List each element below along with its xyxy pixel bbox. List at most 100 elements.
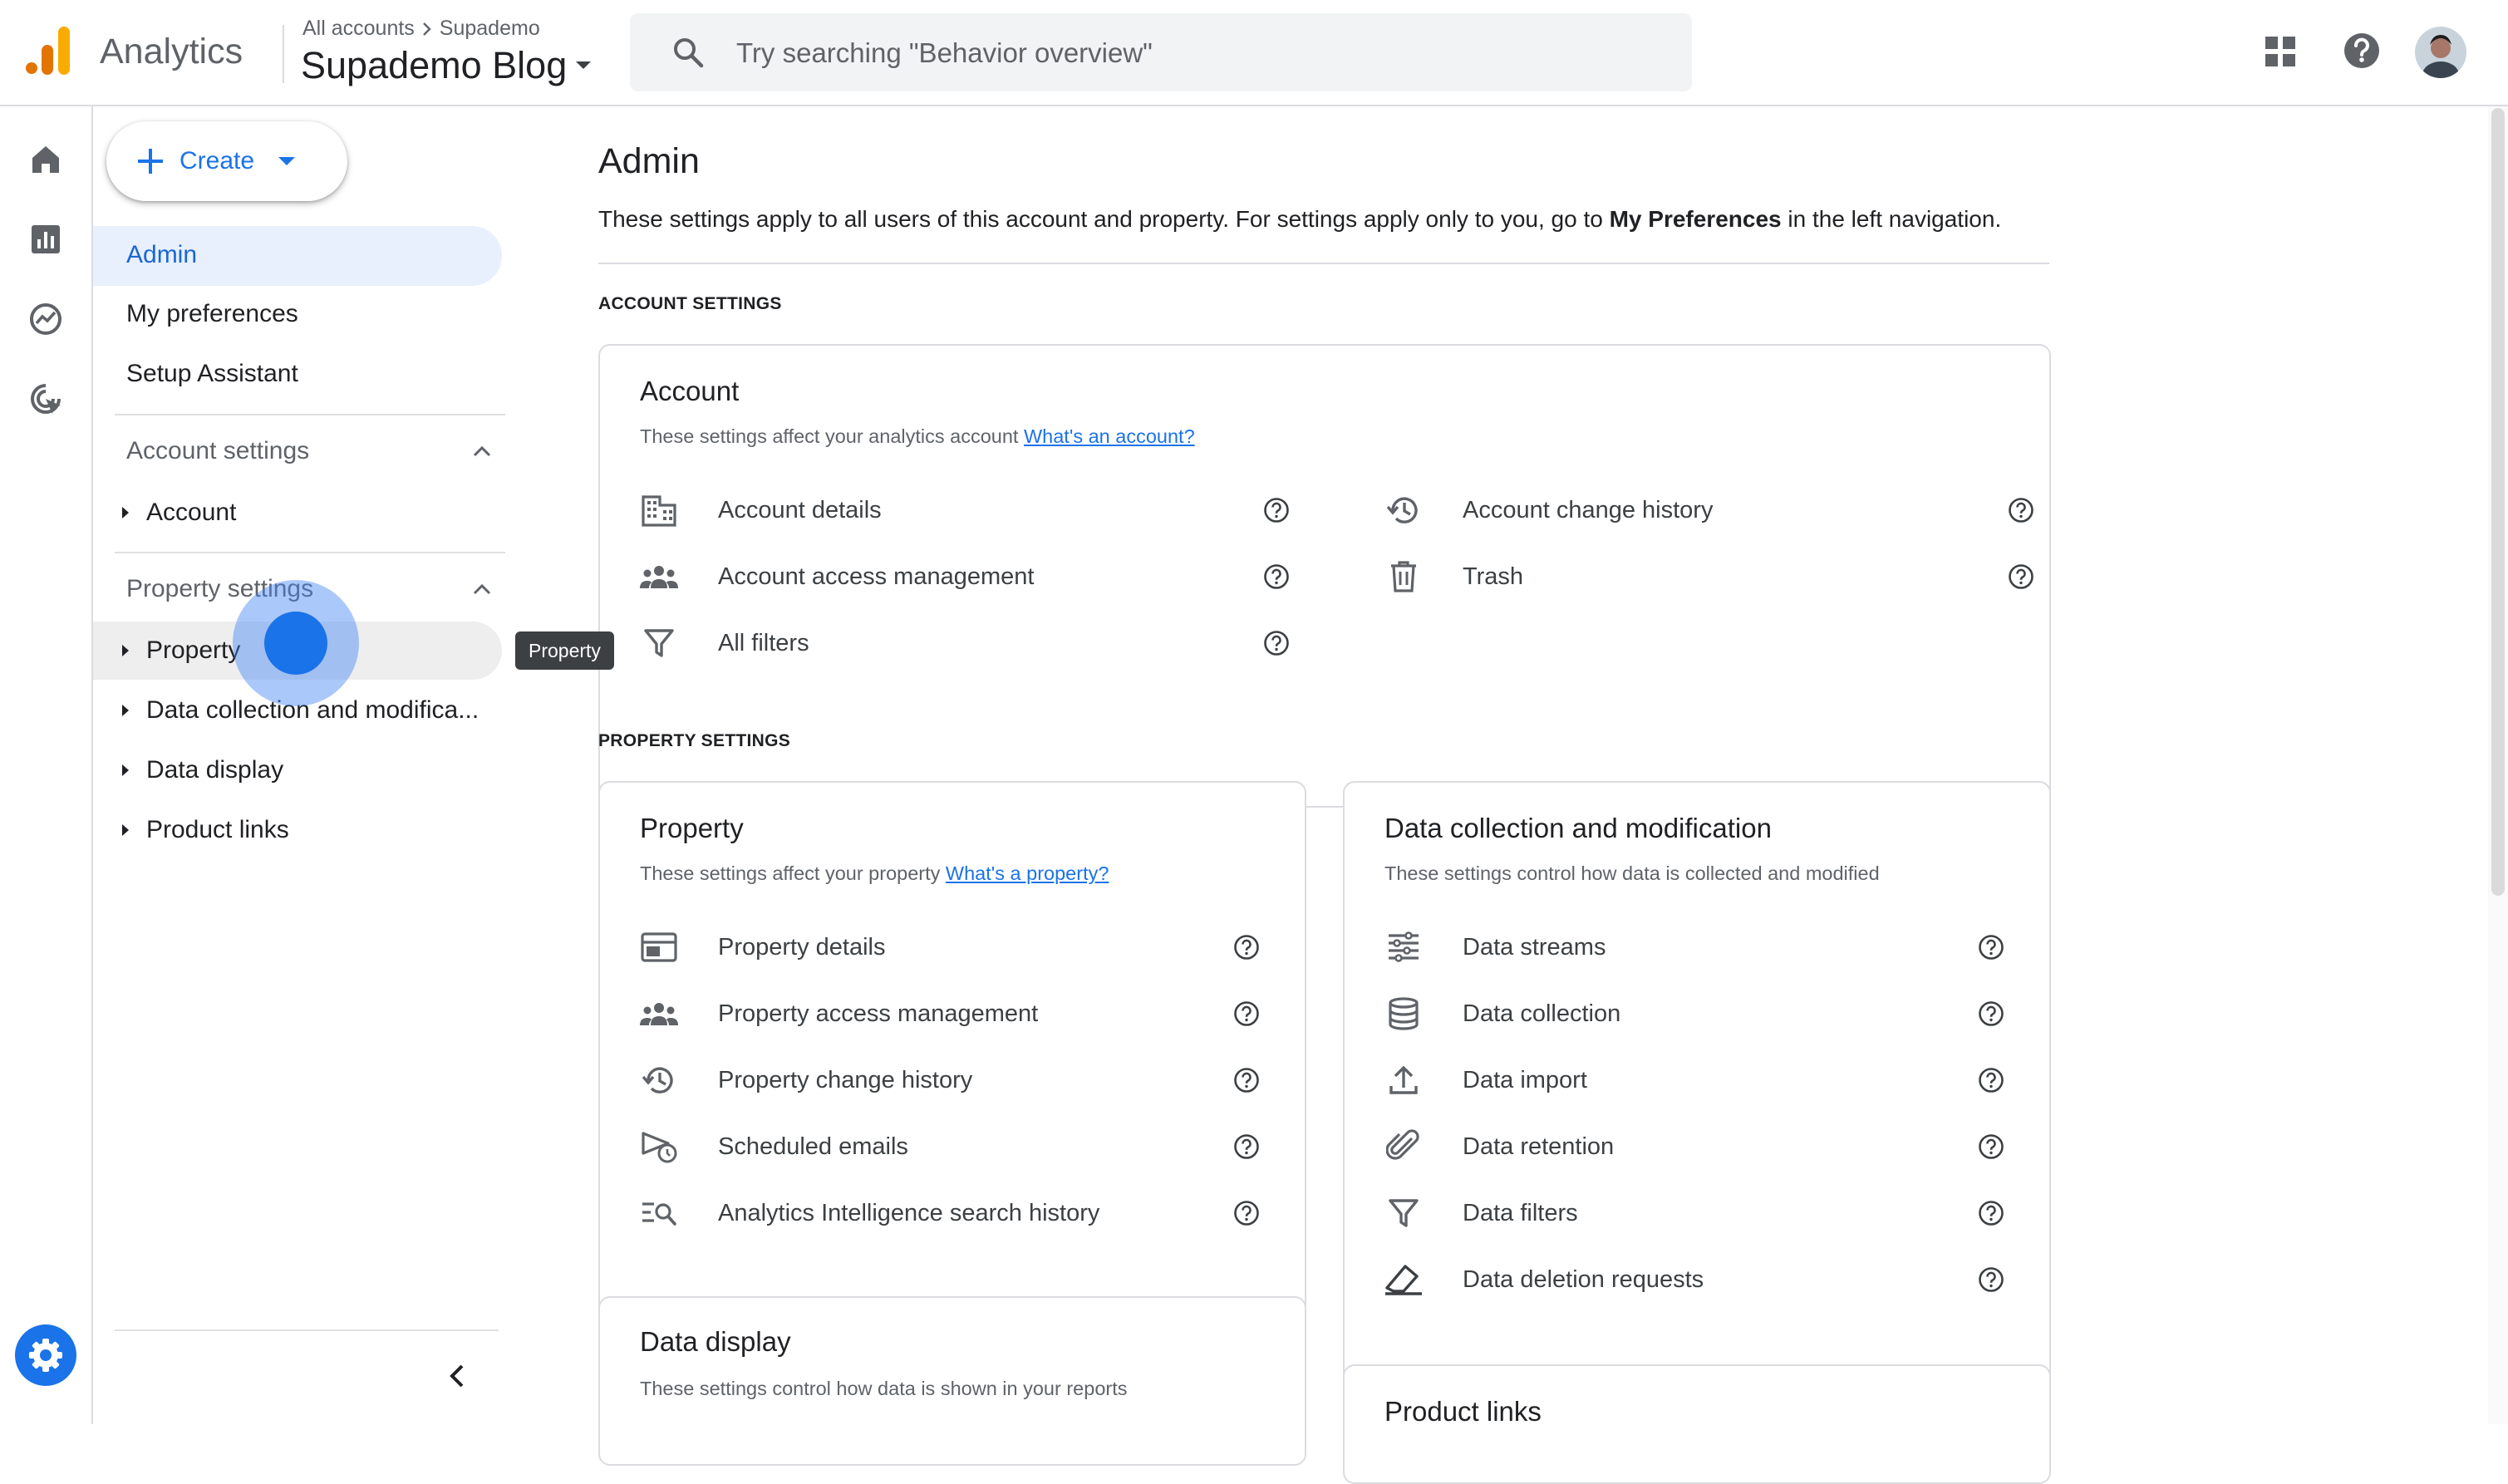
database-icon (1383, 993, 1424, 1034)
advertising-icon[interactable] (19, 372, 72, 425)
data-collection-row[interactable]: Data collection (1383, 987, 2009, 1040)
account-details-row[interactable]: Account details (638, 484, 1295, 537)
help-circle-icon[interactable] (2003, 558, 2039, 595)
collapse-panel-chevron-left-icon[interactable] (445, 1363, 469, 1389)
expand-arrow-icon[interactable] (113, 823, 138, 837)
account-settings-section[interactable]: Account settings (126, 437, 492, 465)
people-icon (638, 993, 680, 1034)
admin-gear-icon[interactable] (15, 1324, 76, 1386)
trash-row[interactable]: Trash (1383, 550, 2039, 603)
eraser-icon (1383, 1259, 1424, 1300)
avatar[interactable] (2415, 27, 2466, 78)
nav-item-my-preferences[interactable]: My preferences (126, 300, 298, 328)
help-circle-icon[interactable] (1973, 1195, 2009, 1231)
row-label: Data collection (1463, 1000, 1621, 1027)
data-streams-row[interactable]: Data streams (1383, 921, 2009, 974)
account-access-management-row[interactable]: Account access management (638, 550, 1295, 603)
row-label: Data deletion requests (1463, 1265, 1704, 1293)
row-label: Scheduled emails (718, 1133, 908, 1160)
building-icon (638, 489, 680, 531)
row-label: Analytics Intelligence search history (718, 1199, 1100, 1226)
tree-item-account[interactable]: Account (93, 484, 502, 542)
property-access-management-row[interactable]: Property access management (638, 987, 1265, 1040)
dropdown-arrow-icon (278, 156, 296, 166)
paperclip-icon (1383, 1126, 1424, 1167)
reports-icon[interactable] (19, 213, 72, 266)
help-circle-icon[interactable] (1228, 1128, 1265, 1165)
help-circle-icon[interactable] (1228, 929, 1265, 966)
help-icon[interactable] (2343, 32, 2381, 70)
header-divider (283, 25, 284, 83)
row-label: All filters (718, 629, 809, 656)
history-icon (638, 1059, 680, 1101)
property-details-row[interactable]: Property details (638, 921, 1265, 974)
data-collection-card-title: Data collection and modification (1384, 813, 1772, 843)
tree-item-data-display[interactable]: Data display (93, 741, 502, 799)
home-icon[interactable] (19, 133, 72, 186)
breadcrumb-chevron-icon (421, 22, 433, 37)
data-import-row[interactable]: Data import (1383, 1054, 2009, 1107)
whats-a-property-link[interactable]: What's a property? (946, 862, 1109, 884)
filter-funnel-icon (1383, 1192, 1424, 1234)
my-preferences-reference: My Preferences (1609, 206, 1782, 232)
tree-item-product-links[interactable]: Product links (93, 801, 502, 859)
explore-icon[interactable] (19, 292, 72, 346)
scheduled-emails-row[interactable]: Scheduled emails (638, 1120, 1265, 1173)
account-change-history-row[interactable]: Account change history (1383, 484, 2039, 537)
search-bar[interactable] (630, 13, 1692, 93)
apps-grid-icon[interactable] (2264, 35, 2297, 68)
data-display-card: Data display These settings control how … (598, 1296, 1306, 1466)
page-description: These settings apply to all users of thi… (598, 206, 2001, 233)
data-retention-row[interactable]: Data retention (1383, 1120, 2009, 1173)
property-selector[interactable]: Supademo Blog (301, 43, 592, 88)
expand-arrow-icon[interactable] (113, 506, 138, 519)
card-description-text: These settings affect your property (640, 862, 946, 884)
expand-arrow-icon[interactable] (113, 764, 138, 777)
help-circle-icon[interactable] (1973, 1062, 2009, 1098)
chevron-up-icon[interactable] (472, 445, 492, 458)
analytics-logo-icon[interactable] (25, 25, 71, 76)
tree-item-label: Product links (146, 816, 289, 843)
expand-arrow-icon[interactable] (113, 644, 138, 657)
history-icon (1383, 489, 1424, 531)
row-label: Account access management (718, 563, 1035, 590)
help-circle-icon[interactable] (2003, 492, 2039, 528)
nav-item-setup-assistant[interactable]: Setup Assistant (126, 360, 298, 388)
expand-arrow-icon[interactable] (113, 704, 138, 717)
help-circle-icon[interactable] (1228, 995, 1265, 1032)
create-button[interactable]: Create (106, 121, 347, 201)
help-circle-icon[interactable] (1973, 1261, 2009, 1298)
help-circle-icon[interactable] (1973, 995, 2009, 1032)
breadcrumb-account[interactable]: Supademo (440, 17, 540, 41)
data-deletion-requests-row[interactable]: Data deletion requests (1383, 1253, 2009, 1306)
help-circle-icon[interactable] (1228, 1062, 1265, 1098)
scrollbar-thumb[interactable] (2491, 108, 2505, 896)
page-description-text: These settings apply to all users of thi… (598, 206, 1610, 232)
tree-item-label: Account (146, 499, 237, 526)
data-filters-row[interactable]: Data filters (1383, 1187, 2009, 1240)
account-card-description: These settings affect your analytics acc… (640, 425, 1195, 448)
analytics-intelligence-search-history-row[interactable]: Analytics Intelligence search history (638, 1187, 1265, 1240)
breadcrumb-all-accounts[interactable]: All accounts (302, 17, 415, 41)
upload-icon (1383, 1059, 1424, 1101)
all-filters-row[interactable]: All filters (638, 617, 1295, 670)
help-circle-icon[interactable] (1258, 625, 1295, 661)
page-scrollbar[interactable] (2488, 106, 2508, 1424)
nav-item-admin-label: Admin (126, 241, 198, 268)
admin-side-panel: Create Admin My preferences Setup Assist… (93, 106, 525, 1424)
product-name[interactable]: Analytics (100, 30, 243, 73)
help-circle-icon[interactable] (1258, 492, 1295, 528)
nav-item-admin[interactable]: Admin (93, 226, 502, 286)
admin-main-content: Admin These settings apply to all users … (525, 106, 2470, 1484)
help-circle-icon[interactable] (1973, 929, 2009, 966)
property-card: Property These settings affect your prop… (598, 781, 1306, 1378)
help-circle-icon[interactable] (1228, 1195, 1265, 1231)
property-settings-label: PROPERTY SETTINGS (598, 731, 791, 750)
breadcrumb[interactable]: All accounts Supademo (302, 17, 540, 41)
property-change-history-row[interactable]: Property change history (638, 1054, 1265, 1107)
whats-an-account-link[interactable]: What's an account? (1024, 425, 1195, 447)
help-circle-icon[interactable] (1973, 1128, 2009, 1165)
chevron-up-icon[interactable] (472, 582, 492, 596)
help-circle-icon[interactable] (1258, 558, 1295, 595)
search-input[interactable] (735, 13, 1652, 93)
